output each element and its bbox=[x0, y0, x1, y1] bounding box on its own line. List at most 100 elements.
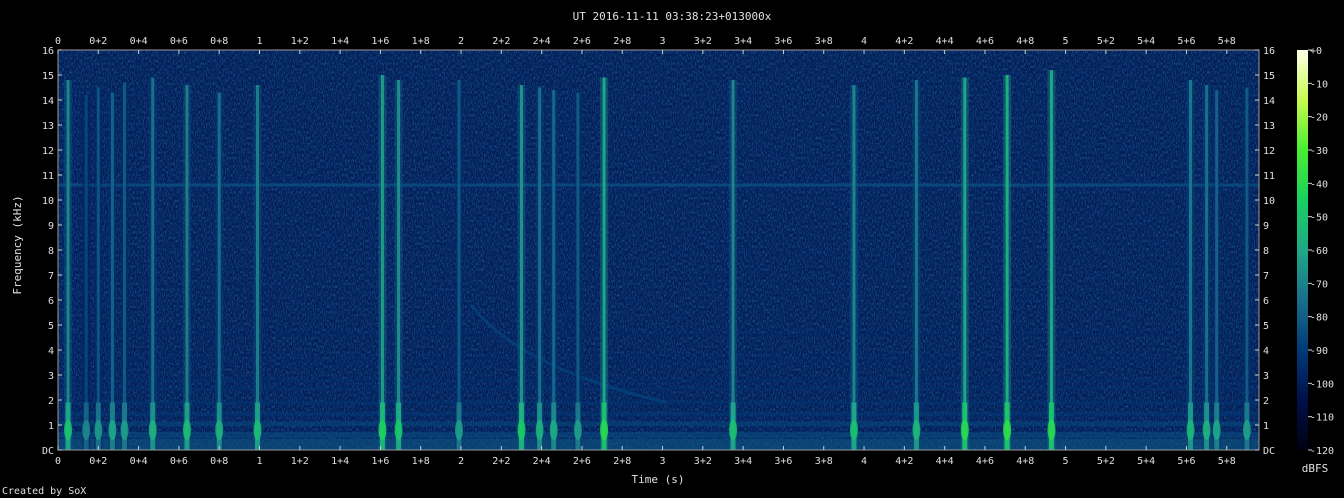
x-tick-label: 3 bbox=[660, 36, 666, 47]
event-hotspot bbox=[394, 420, 403, 440]
event-streak bbox=[122, 82, 126, 450]
y-tick-label: 7 bbox=[48, 271, 54, 282]
x-tick-label: 3+6 bbox=[774, 456, 792, 467]
x-tick-label: 0+8 bbox=[210, 456, 228, 467]
event-hotspot bbox=[549, 420, 558, 440]
x-tick-label: 5+6 bbox=[1177, 456, 1195, 467]
x-tick-label: 1+2 bbox=[291, 456, 309, 467]
x-tick-label: 1+4 bbox=[331, 36, 349, 47]
x-tick-label: 0+4 bbox=[130, 36, 148, 47]
event-hotspot bbox=[960, 420, 969, 440]
event-streak bbox=[1245, 87, 1249, 450]
colorbar-tick-label: -80 bbox=[1310, 313, 1328, 324]
y-tick-label: 2 bbox=[48, 396, 54, 407]
event-hotspot bbox=[120, 420, 129, 440]
colorbar-tick-label: -10 bbox=[1310, 79, 1328, 90]
y-tick-label: 2 bbox=[1263, 396, 1269, 407]
event-hotspot bbox=[517, 420, 526, 440]
x-tick-label: 3 bbox=[660, 456, 666, 467]
x-tick-label: 3+2 bbox=[694, 456, 712, 467]
y-tick-label: 14 bbox=[42, 96, 54, 107]
event-hotspot bbox=[148, 420, 157, 440]
noise-band bbox=[58, 421, 1259, 427]
event-hotspot bbox=[215, 420, 224, 440]
y-tick-label: 14 bbox=[1263, 96, 1275, 107]
x-tick-label: 5 bbox=[1063, 456, 1069, 467]
x-tick-label: 1+6 bbox=[371, 36, 389, 47]
colorbar-tick-label: -30 bbox=[1310, 146, 1328, 157]
colorbar-tick-label: -40 bbox=[1310, 179, 1328, 190]
event-streak bbox=[110, 92, 114, 450]
y-tick-label: 15 bbox=[42, 71, 54, 82]
y-tick-label: 11 bbox=[42, 171, 54, 182]
x-tick-label: 2+4 bbox=[533, 36, 551, 47]
colorbar-label: dBFS bbox=[1302, 462, 1329, 475]
event-streak bbox=[1215, 90, 1219, 450]
event-streak bbox=[852, 85, 856, 450]
y-tick-label: 3 bbox=[48, 371, 54, 382]
x-axis-label: Time (s) bbox=[632, 473, 685, 486]
x-tick-label: 4 bbox=[861, 36, 867, 47]
x-tick-label: 4+2 bbox=[895, 456, 913, 467]
event-hotspot bbox=[378, 420, 387, 440]
x-tick-label: 2+6 bbox=[573, 456, 591, 467]
x-tick-label: 3+8 bbox=[815, 36, 833, 47]
persistent-tone-line bbox=[58, 183, 1259, 187]
x-tick-label: 3+8 bbox=[815, 456, 833, 467]
x-tick-label: 2+8 bbox=[613, 456, 631, 467]
x-tick-label: 2+4 bbox=[533, 456, 551, 467]
event-streak bbox=[1049, 70, 1053, 450]
event-streak bbox=[380, 75, 384, 450]
y-tick-label: 10 bbox=[42, 196, 54, 207]
event-hotspot bbox=[849, 420, 858, 440]
colorbar-tick-label: -70 bbox=[1310, 279, 1328, 290]
event-streak bbox=[397, 80, 401, 450]
colorbar-tick-label: +0 bbox=[1310, 46, 1322, 57]
event-hotspot bbox=[573, 420, 582, 440]
y-tick-label: 16 bbox=[42, 46, 54, 57]
y-tick-label: DC bbox=[42, 446, 54, 457]
event-hotspot bbox=[1202, 420, 1211, 440]
x-tick-label: 4+4 bbox=[936, 456, 954, 467]
event-streak bbox=[1005, 75, 1009, 450]
event-hotspot bbox=[64, 420, 73, 440]
event-hotspot bbox=[253, 420, 262, 440]
event-streak bbox=[963, 77, 967, 450]
event-streak bbox=[1205, 85, 1209, 450]
event-hotspot bbox=[94, 420, 103, 440]
x-tick-label: 0+6 bbox=[170, 36, 188, 47]
spectrogram-figure: UT 2016-11-11 03:38:23+013000x 0 0+2 0+4 0+… bbox=[2, 10, 1334, 497]
x-tick-label: 3+2 bbox=[694, 36, 712, 47]
x-tick-label: 0+6 bbox=[170, 456, 188, 467]
colorbar-tick-label: -120 bbox=[1310, 446, 1334, 457]
x-tick-label: 4+8 bbox=[1016, 36, 1034, 47]
x-tick-label: 0 bbox=[55, 36, 61, 47]
event-streak bbox=[519, 85, 523, 450]
y-tick-label: 8 bbox=[48, 246, 54, 257]
event-streak bbox=[914, 80, 918, 450]
y-tick-label: 4 bbox=[1263, 346, 1269, 357]
x-tick-label: 5 bbox=[1063, 36, 1069, 47]
event-hotspot bbox=[82, 420, 91, 440]
y-tick-label: 5 bbox=[48, 321, 54, 332]
x-tick-label: 0 bbox=[55, 456, 61, 467]
footer-credit: Created by SoX bbox=[2, 486, 86, 497]
event-hotspot bbox=[1242, 420, 1251, 440]
x-tick-label: 1+8 bbox=[412, 36, 430, 47]
event-hotspot bbox=[108, 420, 117, 440]
event-streak bbox=[217, 92, 221, 450]
colorbar-tick-label: -60 bbox=[1310, 246, 1328, 257]
event-hotspot bbox=[600, 420, 609, 440]
x-tick-label: 5+6 bbox=[1177, 36, 1195, 47]
colorbar-tick-label: -90 bbox=[1310, 346, 1328, 357]
event-hotspot bbox=[455, 420, 464, 440]
event-hotspot bbox=[182, 420, 191, 440]
y-tick-label: 4 bbox=[48, 346, 54, 357]
x-tick-label: 5+4 bbox=[1137, 456, 1155, 467]
x-tick-label: 2 bbox=[458, 36, 464, 47]
y-tick-label: 15 bbox=[1263, 71, 1275, 82]
y-tick-label: 12 bbox=[42, 146, 54, 157]
y-tick-label: 1 bbox=[48, 421, 54, 432]
y-tick-label: 13 bbox=[42, 121, 54, 132]
event-streak bbox=[538, 87, 542, 450]
